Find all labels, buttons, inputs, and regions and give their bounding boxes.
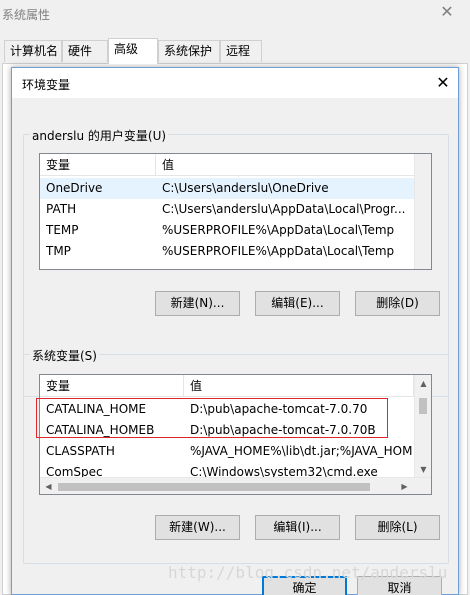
- vscroll-thumb[interactable]: [419, 398, 427, 414]
- system-variables-label: 系统变量(S): [30, 347, 99, 364]
- hscroll-thumb[interactable]: [58, 483, 370, 491]
- column-value[interactable]: 值: [156, 154, 416, 176]
- user-edit-button[interactable]: 编辑(E)...: [255, 291, 340, 316]
- system-new-button[interactable]: 新建(W)...: [155, 515, 240, 540]
- row-variable-name: TMP: [46, 244, 71, 258]
- system-delete-button[interactable]: 删除(L): [355, 515, 440, 540]
- table-row[interactable]: TEMP %USERPROFILE%\AppData\Local\Temp: [40, 220, 431, 241]
- tab-system-protection[interactable]: 系统保护: [158, 40, 220, 62]
- environment-variables-dialog: 环境变量 ✕ anderslu 的用户变量(U) 变量 值 OneDrive C…: [11, 67, 459, 595]
- watermark-text: http://blog.csdn.net/anderslu: [168, 563, 448, 582]
- tab-remote[interactable]: 远程: [220, 40, 262, 62]
- column-value[interactable]: 值: [184, 375, 414, 397]
- row-variable-name: PATH: [46, 202, 77, 216]
- row-variable-name: CLASSPATH: [46, 444, 115, 458]
- row-variable-name: OneDrive: [46, 181, 103, 195]
- row-variable-name: CATALINA_HOMEB: [46, 423, 155, 437]
- row-variable-value: D:\pub\apache-tomcat-7.0.70B: [190, 423, 376, 437]
- row-variable-name: CATALINA_HOME: [46, 402, 147, 416]
- table-row[interactable]: TMP %USERPROFILE%\AppData\Local\Temp: [40, 241, 431, 262]
- system-edit-button[interactable]: 编辑(I)...: [255, 515, 340, 540]
- column-variable[interactable]: 变量: [40, 375, 184, 397]
- user-variables-list[interactable]: 变量 值 OneDrive C:\Users\anderslu\OneDrive…: [39, 153, 432, 270]
- tab-computer-name[interactable]: 计算机名: [4, 40, 62, 62]
- scroll-up-icon[interactable]: ▲: [415, 375, 431, 392]
- system-variables-header: 变量 值: [40, 375, 431, 397]
- column-variable[interactable]: 变量: [40, 154, 156, 176]
- row-variable-value: %USERPROFILE%\AppData\Local\Temp: [162, 244, 395, 258]
- table-row[interactable]: PATH C:\Users\anderslu\AppData\Local\Pro…: [40, 199, 431, 220]
- scroll-down-icon[interactable]: ▼: [415, 461, 431, 478]
- system-variables-hscrollbar[interactable]: ◀ ▶: [40, 477, 431, 494]
- tab-hardware[interactable]: 硬件: [62, 40, 108, 62]
- user-new-button[interactable]: 新建(N)...: [155, 291, 240, 316]
- row-variable-value: %USERPROFILE%\AppData\Local\Temp: [162, 223, 395, 237]
- system-properties-title: 系统属性: [2, 8, 51, 22]
- table-row[interactable]: CATALINA_HOME D:\pub\apache-tomcat-7.0.7…: [40, 399, 431, 420]
- dialog-titlebar: 环境变量 ✕: [12, 68, 458, 98]
- table-row[interactable]: OneDrive C:\Users\anderslu\OneDrive: [40, 178, 431, 199]
- scroll-left-icon[interactable]: ◀: [40, 478, 57, 494]
- row-variable-value: C:\Users\anderslu\OneDrive: [162, 181, 329, 195]
- row-variable-value: D:\pub\apache-tomcat-7.0.70: [190, 402, 368, 416]
- system-variables-vscrollbar[interactable]: ▲ ▼: [414, 375, 431, 478]
- row-variable-value: %JAVA_HOME%\lib\dt.jar;%JAVA_HOM: [190, 444, 413, 458]
- table-row[interactable]: CLASSPATH %JAVA_HOME%\lib\dt.jar;%JAVA_H…: [40, 441, 431, 462]
- scroll-right-icon[interactable]: ▶: [396, 478, 413, 494]
- dialog-close-icon[interactable]: ✕: [428, 68, 458, 98]
- row-variable-value: C:\Users\anderslu\AppData\Local\Progr...: [162, 202, 406, 216]
- system-variables-group: 系统变量(S) 变量 值 CATALINA_HOME D:\pub\apache…: [23, 347, 449, 564]
- table-row[interactable]: CATALINA_HOMEB D:\pub\apache-tomcat-7.0.…: [40, 420, 431, 441]
- tab-advanced[interactable]: 高级: [108, 38, 158, 64]
- user-variables-scrollbar[interactable]: [414, 154, 431, 269]
- system-variables-list[interactable]: 变量 值 CATALINA_HOME D:\pub\apache-tomcat-…: [39, 374, 432, 495]
- system-properties-close-icon[interactable]: ✕: [434, 2, 460, 22]
- user-variables-header: 变量 值: [40, 154, 431, 176]
- user-delete-button[interactable]: 删除(D): [355, 291, 440, 316]
- user-variables-label: anderslu 的用户变量(U): [30, 127, 169, 144]
- dialog-title: 环境变量: [22, 78, 71, 92]
- row-variable-name: TEMP: [46, 223, 79, 237]
